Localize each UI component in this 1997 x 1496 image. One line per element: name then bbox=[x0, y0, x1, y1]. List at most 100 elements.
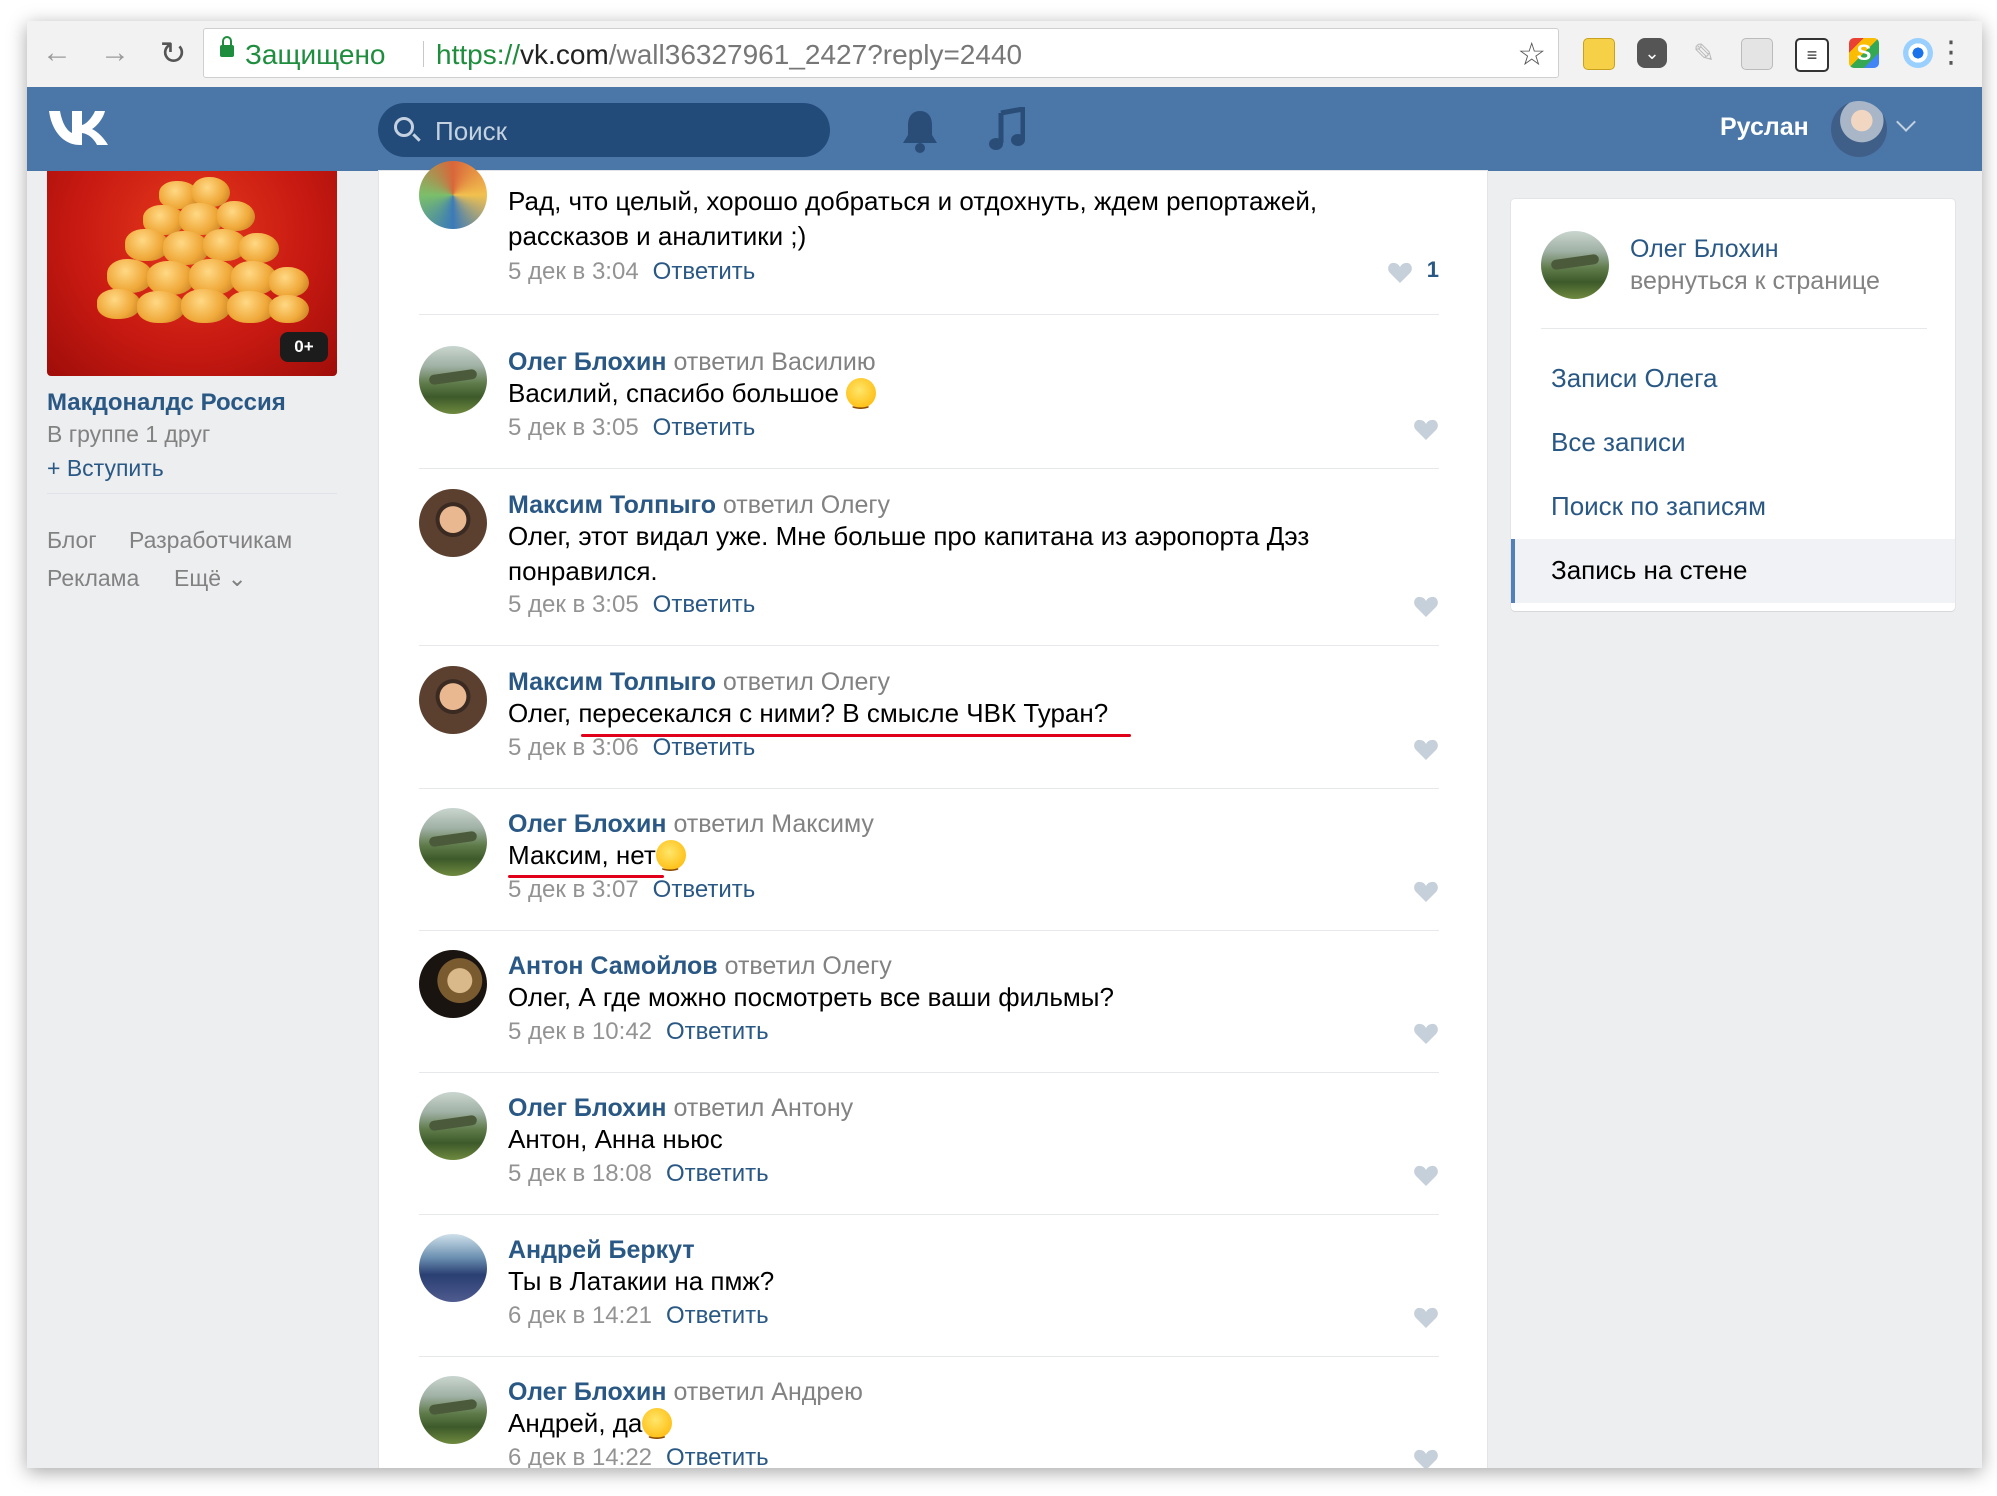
nav-item-wall-post[interactable]: Запись на стене bbox=[1511, 539, 1955, 603]
reply-to[interactable]: ответил Василию bbox=[673, 348, 875, 376]
reply-avatar[interactable] bbox=[419, 1234, 487, 1302]
reply-avatar[interactable] bbox=[419, 950, 487, 1018]
url-text[interactable]: https://vk.com/wall36327961_2427?reply=2… bbox=[436, 39, 1022, 71]
nav-item-search-posts[interactable]: Поиск по записям bbox=[1511, 475, 1955, 539]
like-heart-icon[interactable] bbox=[1413, 595, 1439, 619]
reply-avatar[interactable] bbox=[419, 346, 487, 414]
reply-to[interactable]: ответил Олегу bbox=[723, 491, 890, 519]
like-heart-icon[interactable] bbox=[1413, 1164, 1439, 1188]
reply-avatar[interactable] bbox=[419, 1092, 487, 1160]
reply-author[interactable]: Олег Блохин bbox=[508, 810, 666, 838]
nav-item-label: Поиск по записям bbox=[1551, 491, 1766, 521]
reply-divider bbox=[419, 1356, 1439, 1357]
reply-head: Максим Толпыго ответил Олегу bbox=[508, 668, 890, 697]
reply-text: Антон, Анна ньюс bbox=[508, 1124, 723, 1154]
reply-answer-button[interactable]: Ответить bbox=[666, 1018, 769, 1045]
reload-icon[interactable]: ↻ bbox=[155, 35, 191, 71]
browser-window: ← → ↻ Защищено https://vk.com/wall363279… bbox=[27, 21, 1982, 1468]
reply-to[interactable]: ответил Антону bbox=[673, 1094, 853, 1122]
reply-author[interactable]: Максим Толпыго bbox=[508, 491, 716, 519]
search-box[interactable]: Поиск bbox=[378, 103, 830, 157]
s-extension-icon[interactable]: S bbox=[1849, 38, 1879, 68]
join-group-button[interactable]: + Вступить bbox=[47, 455, 164, 482]
translate-extension-icon[interactable] bbox=[1741, 38, 1773, 70]
footer-link-blog[interactable]: Блог bbox=[47, 527, 97, 554]
reply-to[interactable]: ответил Максиму bbox=[673, 810, 874, 838]
like-heart-icon[interactable] bbox=[1413, 1448, 1439, 1468]
like-heart-icon[interactable] bbox=[1387, 261, 1413, 285]
chevron-down-icon[interactable] bbox=[1896, 112, 1916, 132]
reply-author[interactable]: Олег Блохин bbox=[508, 1094, 666, 1122]
address-bar[interactable]: Защищено https://vk.com/wall36327961_242… bbox=[203, 28, 1559, 78]
user-name[interactable]: Руслан bbox=[1720, 113, 1809, 142]
reply-avatar[interactable] bbox=[419, 1376, 487, 1444]
reply-date[interactable]: 5 дек в 3:05 bbox=[508, 591, 639, 618]
reply-date[interactable]: 5 дек в 3:05 bbox=[508, 414, 639, 441]
reply-head: Максим Толпыго ответил Олегу bbox=[508, 491, 890, 520]
forward-arrow-icon[interactable]: → bbox=[97, 35, 133, 71]
reply-date[interactable]: 6 дек в 14:21 bbox=[508, 1302, 652, 1329]
reply-author[interactable]: Олег Блохин bbox=[508, 348, 666, 376]
like-heart-icon[interactable] bbox=[1413, 418, 1439, 442]
reply-text: Максим, нет bbox=[508, 840, 656, 870]
reply-date[interactable]: 5 дек в 10:42 bbox=[508, 1018, 652, 1045]
browser-menu-icon[interactable]: ⋮ bbox=[1936, 33, 1966, 73]
music-note-icon[interactable] bbox=[989, 107, 1025, 153]
like-heart-icon[interactable] bbox=[1413, 880, 1439, 904]
reply-text: Василий, спасибо большое bbox=[508, 378, 839, 408]
group-name-link[interactable]: Макдоналдс Россия bbox=[47, 389, 286, 417]
footer-link-ads[interactable]: Реклама bbox=[47, 565, 139, 592]
back-to-page-link[interactable]: вернуться к странице bbox=[1630, 267, 1880, 296]
owner-avatar[interactable] bbox=[1541, 231, 1609, 299]
like-heart-icon[interactable] bbox=[1413, 738, 1439, 762]
folder-extension-icon[interactable] bbox=[1583, 38, 1615, 70]
reply-date[interactable]: 5 дек в 3:07 bbox=[508, 876, 639, 903]
reader-extension-icon[interactable]: ≡ bbox=[1795, 38, 1829, 72]
reply-avatar[interactable] bbox=[419, 489, 487, 557]
nav-item-owner-posts[interactable]: Записи Олега bbox=[1511, 347, 1955, 411]
reply-avatar[interactable] bbox=[419, 666, 487, 734]
reply-text-wrap: Андрей, да bbox=[508, 1406, 1418, 1447]
reply-date[interactable]: 5 дек в 3:04 bbox=[508, 258, 639, 285]
like-count[interactable]: 1 bbox=[1427, 257, 1439, 283]
bookmark-star-icon[interactable]: ☆ bbox=[1517, 35, 1546, 73]
reply-to[interactable]: ответил Олегу bbox=[725, 952, 892, 980]
like-heart-icon[interactable] bbox=[1413, 1306, 1439, 1330]
footer-link-developers[interactable]: Разработчикам bbox=[129, 527, 292, 554]
eye-extension-icon[interactable] bbox=[1903, 38, 1933, 68]
like-heart-icon[interactable] bbox=[1413, 1022, 1439, 1046]
user-avatar[interactable] bbox=[1831, 101, 1887, 157]
replies-list: Рад, что целый, хорошо добраться и отдох… bbox=[379, 161, 1487, 1468]
reply-answer-button[interactable]: Ответить bbox=[653, 414, 756, 441]
reply-answer-button[interactable]: Ответить bbox=[653, 591, 756, 618]
reply-author[interactable]: Андрей Беркут bbox=[508, 1236, 695, 1264]
reply-answer-button[interactable]: Ответить bbox=[653, 734, 756, 761]
reply-answer-button[interactable]: Ответить bbox=[666, 1160, 769, 1187]
reply-answer-button[interactable]: Ответить bbox=[666, 1444, 769, 1468]
reply-meta: 6 дек в 14:22 Ответить bbox=[508, 1444, 769, 1468]
reply-to[interactable]: ответил Олегу bbox=[723, 668, 890, 696]
pocket-extension-icon[interactable]: ⌄ bbox=[1637, 38, 1667, 68]
smile-emoji-icon bbox=[655, 840, 686, 879]
vk-logo-icon[interactable] bbox=[47, 105, 117, 149]
feather-extension-icon[interactable]: ✎ bbox=[1689, 38, 1719, 68]
reply-to[interactable]: ответил Андрею bbox=[673, 1378, 862, 1406]
reply-answer-button[interactable]: Ответить bbox=[653, 258, 756, 285]
back-arrow-icon[interactable]: ← bbox=[39, 35, 75, 71]
reply-date[interactable]: 5 дек в 3:06 bbox=[508, 734, 639, 761]
search-placeholder: Поиск bbox=[435, 116, 508, 146]
owner-name-link[interactable]: Олег Блохин bbox=[1630, 235, 1779, 264]
reply-meta: 6 дек в 14:21 Ответить bbox=[508, 1302, 769, 1330]
reply-avatar[interactable] bbox=[419, 808, 487, 876]
reply-author[interactable]: Олег Блохин bbox=[508, 1378, 666, 1406]
reply-date[interactable]: 5 дек в 18:08 bbox=[508, 1160, 652, 1187]
reply-date[interactable]: 6 дек в 14:22 bbox=[508, 1444, 652, 1468]
reply-avatar[interactable] bbox=[419, 161, 487, 229]
nav-item-all-posts[interactable]: Все записи bbox=[1511, 411, 1955, 475]
reply-answer-button[interactable]: Ответить bbox=[653, 876, 756, 903]
footer-link-more[interactable]: Ещё ⌄ bbox=[174, 565, 247, 592]
reply-answer-button[interactable]: Ответить bbox=[666, 1302, 769, 1329]
reply-author[interactable]: Антон Самойлов bbox=[508, 952, 718, 980]
reply-author[interactable]: Максим Толпыго bbox=[508, 668, 716, 696]
bell-icon[interactable] bbox=[900, 107, 940, 155]
